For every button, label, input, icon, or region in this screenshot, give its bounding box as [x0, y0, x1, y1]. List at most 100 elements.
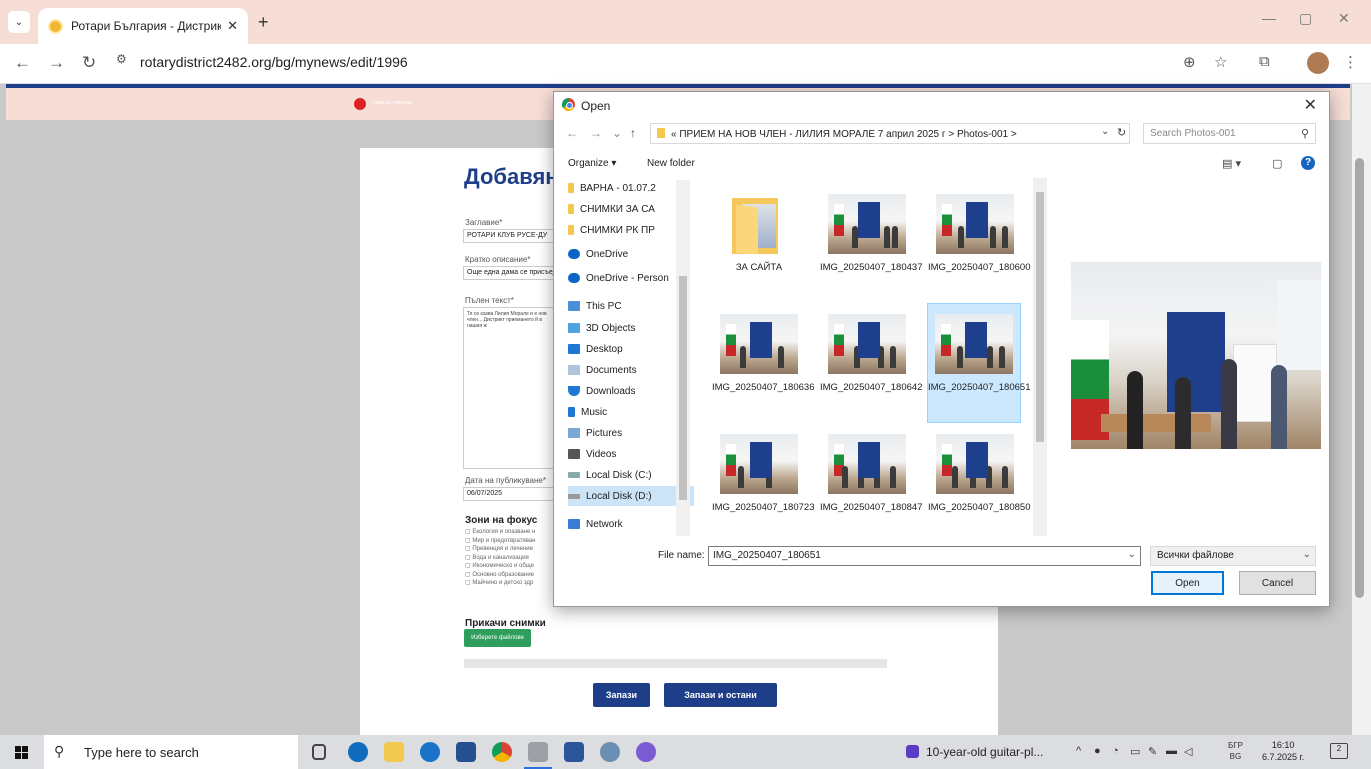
- folder-icon: [657, 128, 665, 138]
- warning-icon: [354, 98, 366, 110]
- site-info-icon[interactable]: ⚙: [116, 52, 136, 72]
- media-play-icon[interactable]: [906, 745, 919, 758]
- focus-checkbox[interactable]: ▢ Вода и канализация: [465, 554, 535, 563]
- network-icon: [568, 519, 580, 529]
- nav-scroll-thumb[interactable]: [679, 276, 687, 500]
- word-icon[interactable]: [564, 742, 584, 762]
- path-breadcrumb[interactable]: « ПРИЕМ НА НОВ ЧЛЕН - ЛИЛИЯ МОРАЛЕ 7 апр…: [650, 123, 1130, 144]
- save-and-stay-button[interactable]: Запази и остани: [664, 683, 777, 707]
- short-desc-input[interactable]: Още една дама се присъедини к: [463, 266, 555, 280]
- close-window-icon[interactable]: ✕: [1338, 10, 1350, 27]
- chevron-down-icon[interactable]: ⌄: [1128, 549, 1136, 560]
- view-options-icon[interactable]: ▤ ▾: [1222, 157, 1241, 170]
- title-input[interactable]: РОТАРИ КЛУБ РУСЕ-ДУ: [463, 229, 555, 243]
- file-list-scroll-thumb[interactable]: [1036, 192, 1044, 442]
- file-explorer-icon[interactable]: [384, 742, 404, 762]
- page-scrollbar-thumb[interactable]: [1355, 158, 1364, 598]
- outlook-icon[interactable]: [420, 742, 440, 762]
- more-menu-icon[interactable]: ⋮: [1343, 53, 1358, 71]
- computer-icon: [568, 301, 580, 311]
- edge-icon[interactable]: [348, 742, 368, 762]
- file-name: IMG_20250407_180850: [928, 502, 1031, 513]
- new-folder-button[interactable]: New folder: [647, 158, 695, 169]
- tray-pen-icon[interactable]: ✎: [1148, 745, 1157, 758]
- tray-chevron-icon[interactable]: ^: [1076, 745, 1081, 757]
- tray-volume-icon[interactable]: ◁: [1184, 745, 1192, 758]
- up-icon[interactable]: ↑: [630, 126, 636, 140]
- choose-files-button[interactable]: Изберете файлове: [464, 629, 531, 647]
- browser-tab[interactable]: Ротари България - Дистрикт 2 ✕: [38, 8, 248, 44]
- open-file-dialog: Open ✕ ← → ⌄ ↑ « ПРИЕМ НА НОВ ЧЛЕН - ЛИЛ…: [553, 91, 1330, 607]
- focus-areas-heading: Зони на фокус: [465, 515, 538, 526]
- focus-checkbox[interactable]: ▢ Мир и предотвратяван: [465, 537, 535, 546]
- recent-locations-icon[interactable]: ⌄: [612, 126, 622, 140]
- dialog-close-icon[interactable]: ✕: [1304, 95, 1317, 115]
- focus-checkbox[interactable]: ▢ Майчино и детско здр: [465, 579, 535, 588]
- nav-pane-scrollbar[interactable]: [676, 180, 690, 536]
- bookmark-star-icon[interactable]: ☆: [1214, 53, 1227, 71]
- zoom-icon[interactable]: ⊕: [1183, 53, 1196, 71]
- file-item[interactable]: IMG_20250407_180723: [712, 424, 814, 536]
- minimize-icon[interactable]: —: [1262, 10, 1276, 26]
- file-item[interactable]: IMG_20250407_180642: [820, 304, 922, 424]
- chrome-icon[interactable]: [492, 742, 512, 762]
- task-view-icon[interactable]: [312, 744, 326, 760]
- file-item-folder[interactable]: ЗА САЙТА: [712, 184, 806, 304]
- back-icon[interactable]: ←: [566, 126, 578, 140]
- cancel-button[interactable]: Cancel: [1239, 571, 1316, 595]
- tab-title: Ротари България - Дистрикт 2: [71, 19, 222, 33]
- videos-icon: [568, 449, 580, 459]
- file-name-input[interactable]: IMG_20250407_180651 ⌄: [708, 546, 1141, 566]
- focus-checkbox[interactable]: ▢ Превенция и лечение: [465, 545, 535, 554]
- tray-network-icon[interactable]: ◔: [1112, 745, 1119, 757]
- focus-checkbox[interactable]: ▢ Екология и опазване н: [465, 528, 535, 537]
- store-icon[interactable]: [456, 742, 476, 762]
- file-item[interactable]: IMG_20250407_180636: [712, 304, 814, 424]
- tray-wifi-icon[interactable]: ▬: [1166, 745, 1177, 757]
- path-dropdown-icon[interactable]: ⌄: [1101, 126, 1109, 137]
- publish-date-input[interactable]: 06/07/2025: [463, 487, 555, 501]
- extensions-icon[interactable]: ⧉: [1259, 53, 1270, 70]
- messenger-icon[interactable]: [636, 742, 656, 762]
- paint-icon[interactable]: [600, 742, 620, 762]
- file-item[interactable]: IMG_20250407_180847: [820, 424, 922, 536]
- organize-button[interactable]: Organize ▾: [568, 158, 616, 169]
- full-text-textarea[interactable]: Тя се казва Лилия Морале и е нов член...…: [463, 307, 555, 469]
- open-button[interactable]: Open: [1151, 571, 1224, 595]
- media-title[interactable]: 10-year-old guitar-pl...: [926, 745, 1043, 759]
- save-button[interactable]: Запази: [593, 683, 650, 707]
- file-item-selected[interactable]: IMG_20250407_180651: [927, 303, 1030, 423]
- refresh-icon[interactable]: ↻: [1117, 126, 1126, 139]
- taskbar-search[interactable]: ⚲ Type here to search: [44, 735, 298, 769]
- chrome-active-icon[interactable]: [524, 742, 552, 769]
- reload-icon[interactable]: ↻: [82, 53, 96, 73]
- focus-checkbox[interactable]: ▢ Основно образование: [465, 571, 535, 580]
- file-item[interactable]: IMG_20250407_180850: [928, 424, 1031, 536]
- folder-icon: [568, 225, 574, 235]
- preview-pane-icon[interactable]: ▢: [1272, 157, 1282, 170]
- tab-close-icon[interactable]: ✕: [227, 18, 238, 34]
- notifications-icon[interactable]: 2: [1330, 743, 1348, 759]
- focus-checkbox[interactable]: ▢ Икономическо и обще: [465, 562, 535, 571]
- file-list-scrollbar[interactable]: [1033, 178, 1047, 536]
- tab-search-icon[interactable]: ⌄: [8, 11, 30, 33]
- system-clock[interactable]: 16:10 6.7.2025 г.: [1262, 739, 1304, 763]
- forward-icon[interactable]: →: [590, 126, 602, 140]
- file-type-select[interactable]: Всички файлове ⌄: [1150, 546, 1316, 566]
- input-language-indicator[interactable]: БГР BG: [1228, 740, 1243, 762]
- forward-icon[interactable]: →: [48, 53, 65, 73]
- file-item[interactable]: IMG_20250407_180437: [820, 184, 922, 304]
- windows-start-icon[interactable]: [15, 746, 28, 759]
- profile-avatar[interactable]: [1307, 52, 1329, 74]
- help-icon[interactable]: ?: [1301, 156, 1315, 170]
- dialog-search-input[interactable]: Search Photos-001 ⚲: [1143, 123, 1316, 144]
- file-item[interactable]: IMG_20250407_180600: [928, 184, 1030, 304]
- maximize-icon[interactable]: ▢: [1299, 10, 1312, 27]
- address-bar[interactable]: rotarydistrict2482.org/bg/mynews/edit/19…: [140, 54, 408, 70]
- back-icon[interactable]: ←: [14, 53, 31, 73]
- focus-areas-list: ▢ Екология и опазване н ▢ Мир и предотвр…: [465, 528, 535, 588]
- new-tab-icon[interactable]: +: [258, 12, 269, 33]
- tray-app-icon[interactable]: ●: [1094, 745, 1101, 757]
- tray-battery-icon[interactable]: ▭: [1130, 745, 1140, 758]
- download-icon: [568, 386, 580, 396]
